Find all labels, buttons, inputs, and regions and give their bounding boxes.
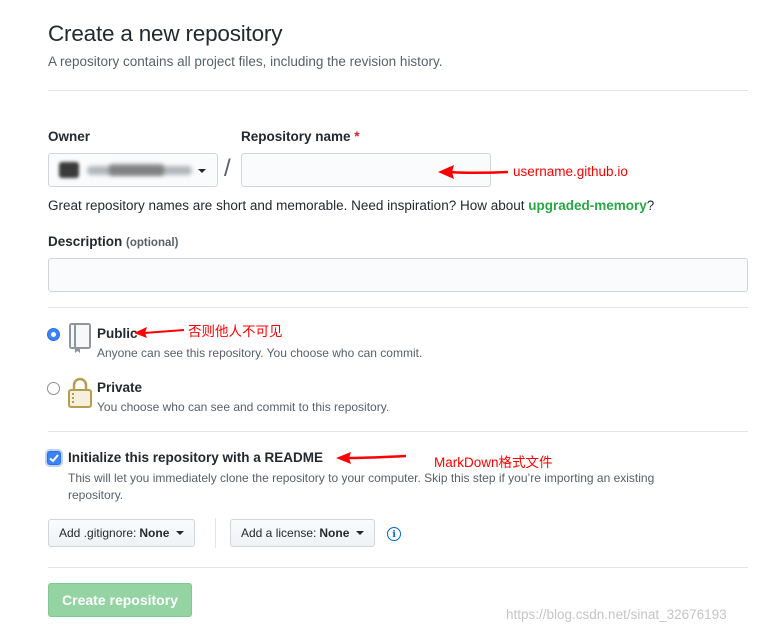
readme-note: This will let you immediately clone the … (68, 470, 728, 504)
owner-select[interactable] (48, 153, 218, 187)
select-separator (215, 518, 216, 548)
watermark: https://blog.csdn.net/sinat_32676193 (506, 607, 727, 622)
divider-readme (48, 431, 748, 432)
public-radio[interactable] (47, 328, 60, 341)
chevron-down-icon (356, 531, 365, 535)
optional-note: (optional) (126, 237, 179, 249)
private-radio[interactable] (47, 382, 60, 395)
owner-avatar (59, 162, 79, 178)
hint-text-end: ? (646, 198, 655, 213)
gitignore-select[interactable]: Add .gitignore: None (48, 519, 196, 547)
page-title: Create a new repository (48, 21, 283, 46)
repo-name-label-text: Repository name (241, 129, 351, 144)
create-repository-button[interactable]: Create repository (48, 583, 192, 617)
divider-visibility (48, 307, 748, 308)
info-icon[interactable]: i (387, 527, 401, 541)
license-select[interactable]: Add a license: None (230, 519, 376, 547)
description-label: Description (optional) (48, 234, 178, 249)
owner-repo-separator: / (224, 155, 231, 182)
divider-submit (48, 567, 748, 568)
private-note: You choose who can see and commit to thi… (97, 400, 390, 414)
name-suggestion-link[interactable]: upgraded-memory (528, 198, 647, 213)
annotation-arrow-public (134, 327, 185, 338)
description-input[interactable] (48, 258, 748, 292)
readme-note-line1: This will let you immediately clone the … (68, 471, 655, 485)
checkmark-icon (49, 454, 59, 463)
hint-text: Great repository names are short and mem… (48, 198, 529, 213)
repo-name-label: Repository name * (241, 129, 360, 144)
description-label-text: Description (48, 234, 123, 249)
readme-note-line2: repository. (68, 488, 124, 502)
header-divider (48, 90, 748, 91)
page-subtitle: A repository contains all project files,… (48, 54, 443, 69)
repo-book-icon (69, 323, 91, 353)
license-label: Add a license: (241, 526, 317, 540)
chevron-down-icon (176, 531, 185, 535)
gitignore-label: Add .gitignore: (59, 526, 137, 540)
annotation-arrow-repo-name (438, 165, 509, 179)
owner-name-redacted-2 (109, 164, 164, 176)
annotation-repo-name: username.github.io (513, 164, 628, 179)
required-marker: * (354, 129, 360, 144)
license-value: None (319, 526, 350, 540)
chevron-down-icon (198, 169, 206, 173)
readme-title: Initialize this repository with a README (68, 450, 324, 465)
annotation-readme: MarkDown格式文件 (434, 455, 553, 470)
annotation-public: 否则他人不可见 (188, 324, 283, 339)
readme-checkbox[interactable] (47, 451, 61, 465)
repo-name-hint: Great repository names are short and mem… (48, 198, 654, 213)
public-note: Anyone can see this repository. You choo… (97, 346, 423, 360)
private-title: Private (97, 380, 143, 395)
owner-label: Owner (48, 129, 91, 144)
annotation-arrow-readme (336, 452, 407, 464)
lock-icon (68, 377, 92, 408)
gitignore-value: None (139, 526, 170, 540)
